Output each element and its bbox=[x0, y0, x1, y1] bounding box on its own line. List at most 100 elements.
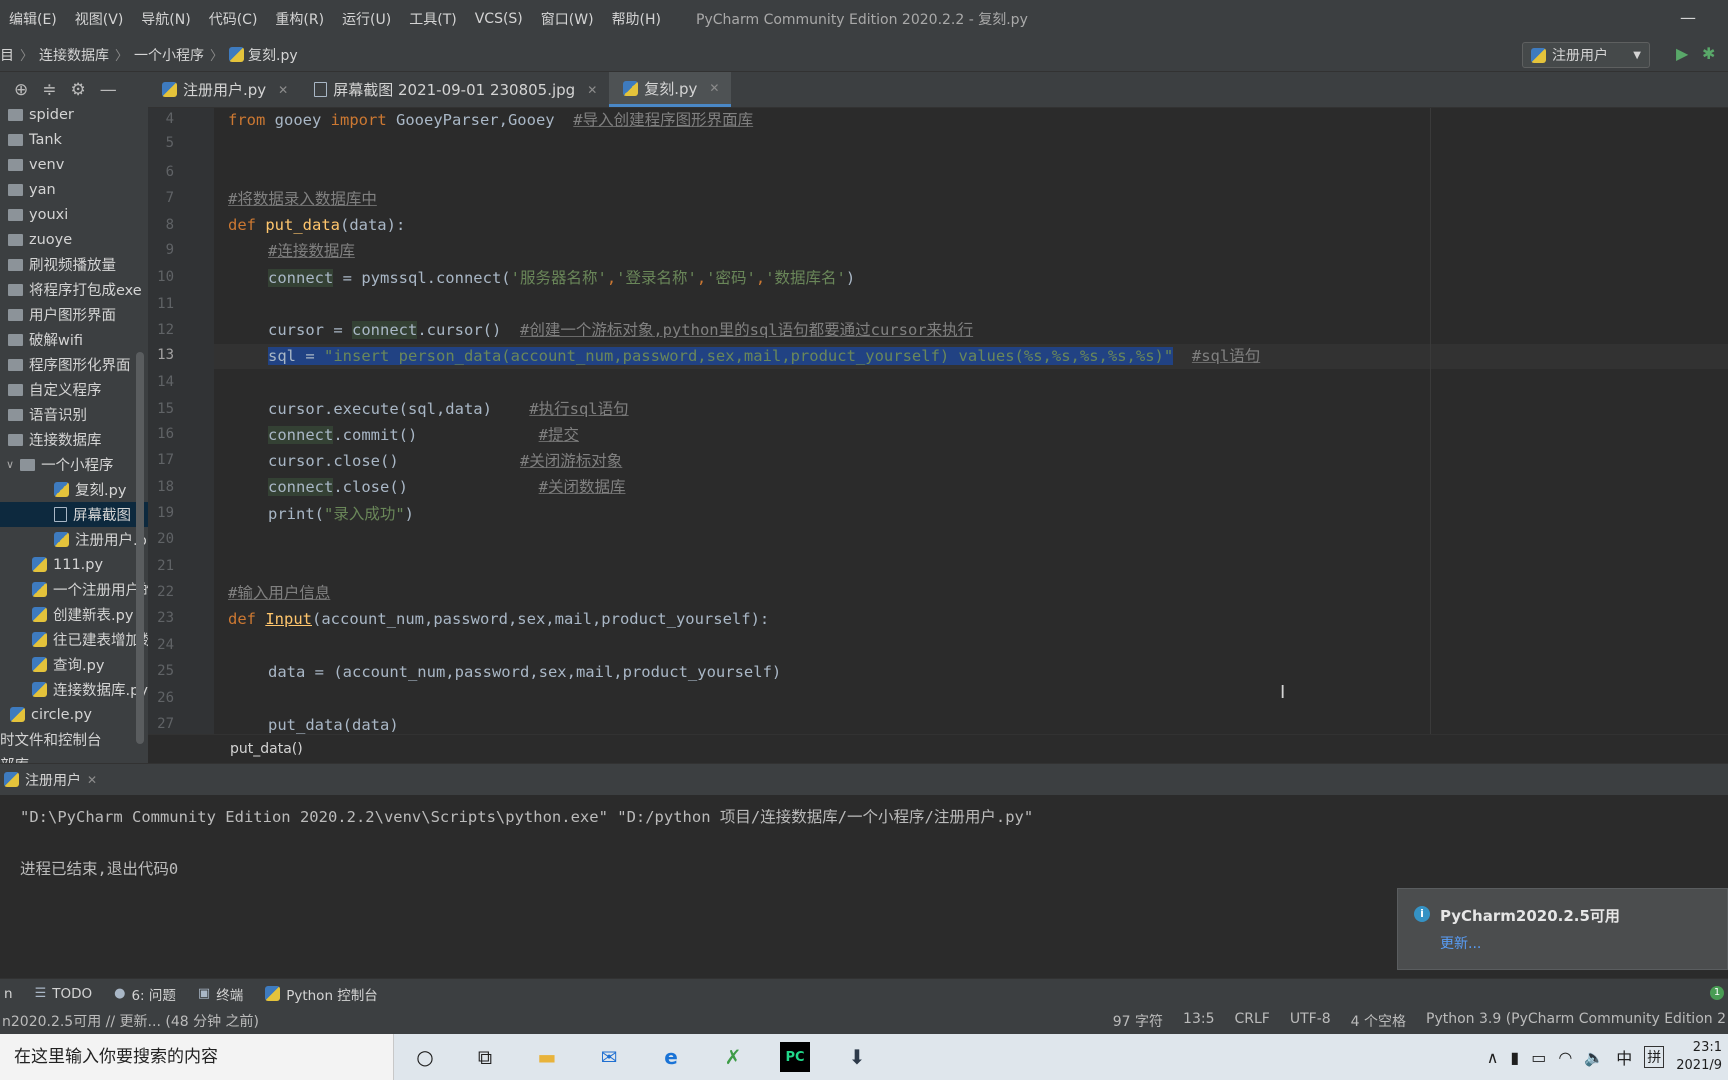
volume-icon[interactable]: 🔈 bbox=[1584, 1048, 1604, 1067]
tree-item[interactable]: 111.py bbox=[32, 552, 103, 577]
tree-item[interactable]: 刷视频播放量 bbox=[8, 252, 116, 277]
tree-item[interactable]: 一个注册用户的 bbox=[32, 577, 148, 602]
edge-browser-icon[interactable]: e bbox=[656, 1042, 686, 1072]
chevron-right-icon: 〉 bbox=[115, 49, 129, 64]
task-view-icon[interactable]: ⧉ bbox=[470, 1042, 500, 1072]
wifi-icon[interactable]: ◠ bbox=[1558, 1048, 1572, 1067]
tree-item[interactable]: spider bbox=[8, 108, 74, 127]
close-icon[interactable]: ✕ bbox=[278, 83, 288, 97]
tree-item[interactable]: 用户图形界面 bbox=[8, 302, 116, 327]
tool-window-partial[interactable]: n bbox=[4, 986, 13, 1002]
tool-todo[interactable]: ☰ TODO bbox=[35, 986, 93, 1002]
event-log-badge[interactable]: 1 bbox=[1710, 986, 1724, 1000]
collapse-all-icon[interactable]: ≑ bbox=[42, 80, 56, 100]
tree-item[interactable]: 注册用户.p bbox=[54, 527, 147, 552]
ime-pinyin[interactable]: 拼 bbox=[1644, 1046, 1665, 1068]
tree-item[interactable]: 语音识别 bbox=[8, 402, 87, 427]
update-link[interactable]: 更新... bbox=[1440, 933, 1481, 953]
breadcrumb-root[interactable]: 目 bbox=[0, 45, 14, 65]
menu-navigate[interactable]: 导航(N) bbox=[132, 9, 199, 29]
hide-icon[interactable]: — bbox=[100, 80, 117, 100]
menu-refactor[interactable]: 重构(R) bbox=[266, 9, 333, 29]
debug-bug-icon[interactable]: ✱ bbox=[1702, 44, 1722, 66]
tree-item[interactable]: circle.py bbox=[10, 702, 92, 727]
menu-edit[interactable]: 编辑(E) bbox=[0, 9, 66, 29]
app-icon[interactable]: ✗ bbox=[718, 1042, 748, 1072]
python-file-icon bbox=[32, 657, 47, 672]
code-line: #将数据录入数据库中 bbox=[228, 190, 377, 208]
tree-item-selected[interactable]: 屏幕截图 2 bbox=[0, 502, 148, 527]
status-line-separator[interactable]: CRLF bbox=[1234, 1011, 1269, 1031]
app-arrow-icon[interactable]: ⬇ bbox=[842, 1042, 872, 1072]
mail-icon[interactable]: ✉ bbox=[594, 1042, 624, 1072]
close-icon[interactable]: ✕ bbox=[587, 83, 597, 97]
run-tab-label[interactable]: 注册用户 bbox=[25, 770, 81, 790]
tree-item[interactable]: 往已建表增加数 bbox=[32, 627, 148, 652]
tree-item[interactable]: 连接数据库.py bbox=[32, 677, 148, 702]
chevron-up-icon[interactable]: ∧ bbox=[1487, 1048, 1499, 1067]
tree-item[interactable]: 创建新表.py bbox=[32, 602, 133, 627]
tree-item[interactable]: zuoye bbox=[8, 227, 72, 252]
close-icon[interactable]: ✕ bbox=[87, 773, 97, 787]
menu-window[interactable]: 窗口(W) bbox=[532, 9, 603, 29]
run-panel-header: 注册用户 ✕ bbox=[0, 763, 1728, 795]
menu-tools[interactable]: 工具(T) bbox=[400, 9, 465, 29]
python-file-icon bbox=[32, 682, 47, 697]
status-message[interactable]: n2020.2.5可用 // 更新... (48 分钟 之前) bbox=[0, 1011, 259, 1031]
tool-python-console[interactable]: Python 控制台 bbox=[265, 984, 378, 1004]
tree-item[interactable]: 连接数据库 bbox=[8, 427, 102, 452]
tree-item[interactable]: Tank bbox=[8, 127, 62, 152]
tree-item[interactable]: 查询.py bbox=[32, 652, 104, 677]
tree-item[interactable]: 破解wifi bbox=[8, 327, 83, 352]
chevron-down-icon[interactable]: ∨ bbox=[6, 458, 14, 471]
tab-fuke[interactable]: 复刻.py ✕ bbox=[609, 72, 732, 107]
tool-problems[interactable]: ● 6: 问题 bbox=[114, 984, 176, 1004]
image-file-icon bbox=[314, 82, 328, 97]
breadcrumb-project[interactable]: 连接数据库 bbox=[39, 45, 109, 65]
pycharm-icon[interactable]: PC bbox=[780, 1042, 810, 1072]
status-caret-position[interactable]: 13:5 bbox=[1183, 1011, 1214, 1031]
menu-view[interactable]: 视图(V) bbox=[66, 9, 133, 29]
menu-vcs[interactable]: VCS(S) bbox=[466, 11, 532, 27]
tree-item-expanded[interactable]: ∨ 一个小程序 bbox=[6, 452, 114, 477]
gear-icon[interactable]: ⚙ bbox=[71, 80, 86, 100]
tree-item[interactable]: venv bbox=[8, 152, 64, 177]
breadcrumb-folder[interactable]: 一个小程序 bbox=[134, 45, 204, 65]
tree-item[interactable]: yan bbox=[8, 177, 56, 202]
tree-item[interactable]: 自定义程序 bbox=[8, 377, 102, 402]
battery-icon[interactable]: ▭ bbox=[1531, 1048, 1546, 1067]
status-bar: n2020.2.5可用 // 更新... (48 分钟 之前) 97 字符 13… bbox=[0, 1008, 1728, 1034]
taskbar-search-box[interactable]: 在这里输入你要搜索的内容 bbox=[0, 1034, 394, 1080]
breadcrumb-file[interactable]: 复刻.py bbox=[248, 45, 298, 65]
tree-item[interactable]: 程序图形化界面 bbox=[8, 352, 131, 377]
tree-item[interactable]: 将程序打包成exe bbox=[8, 277, 142, 302]
menu-run[interactable]: 运行(U) bbox=[333, 9, 400, 29]
minimize-icon[interactable]: — bbox=[1680, 8, 1698, 28]
taskbar-clock[interactable]: 23:1 2021/9 bbox=[1676, 1039, 1722, 1075]
status-encoding[interactable]: UTF-8 bbox=[1290, 1011, 1331, 1031]
tab-register-user[interactable]: 注册用户.py ✕ bbox=[148, 72, 300, 107]
locate-icon[interactable]: ⊕ bbox=[14, 80, 28, 100]
microphone-icon[interactable]: ▮ bbox=[1510, 1048, 1519, 1067]
tree-item[interactable]: youxi bbox=[8, 202, 68, 227]
tree-item[interactable]: 复刻.py bbox=[54, 477, 126, 502]
tool-terminal[interactable]: ▣ 终端 bbox=[198, 984, 243, 1004]
tab-label: 注册用户.py bbox=[183, 81, 267, 99]
close-icon[interactable]: ✕ bbox=[709, 81, 719, 95]
editor-breadcrumb[interactable]: put_data() bbox=[148, 734, 1728, 763]
folder-icon bbox=[8, 333, 23, 346]
menu-help[interactable]: 帮助(H) bbox=[603, 9, 670, 29]
cortana-circle-icon[interactable]: ○ bbox=[410, 1042, 440, 1072]
tree-item[interactable]: 时文件和控制台 bbox=[0, 727, 102, 752]
ime-chinese[interactable]: 中 bbox=[1616, 1045, 1632, 1069]
run-icon[interactable]: ▶ bbox=[1676, 44, 1694, 66]
status-interpreter[interactable]: Python 3.9 (PyCharm Community Edition 2 bbox=[1426, 1011, 1726, 1031]
run-config-selector[interactable]: 注册用户 ▼ bbox=[1522, 42, 1650, 68]
status-indent[interactable]: 4 个空格 bbox=[1351, 1011, 1406, 1031]
tree-scrollbar[interactable] bbox=[136, 352, 144, 744]
file-explorer-icon[interactable]: ▬ bbox=[532, 1042, 562, 1072]
tree-item[interactable]: 部库 bbox=[0, 752, 29, 763]
tab-screenshot[interactable]: 屏幕截图 2021-09-01 230805.jpg ✕ bbox=[300, 72, 609, 107]
code-line: data = (account_num,password,sex,mail,pr… bbox=[268, 663, 782, 681]
menu-code[interactable]: 代码(C) bbox=[200, 9, 267, 29]
